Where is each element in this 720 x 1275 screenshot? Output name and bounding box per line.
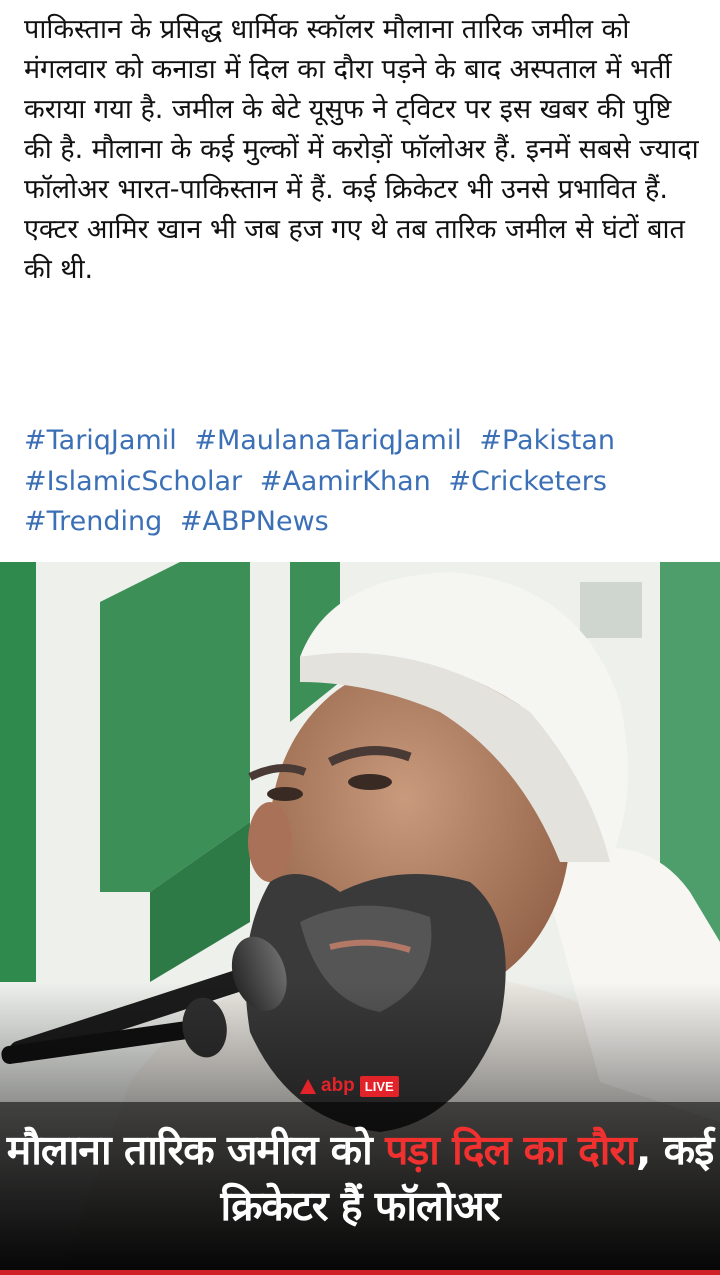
headline-part-red: पड़ा दिल का दौरा — [385, 1126, 637, 1174]
abp-live-logo: abp LIVE — [300, 1072, 399, 1100]
hashtag-link[interactable]: #MaulanaTariqJamil — [194, 425, 461, 456]
hashtag-link[interactable]: #Pakistan — [479, 425, 615, 456]
hashtag-link[interactable]: #IslamicScholar — [24, 466, 242, 497]
live-badge: LIVE — [359, 1075, 399, 1097]
bottom-red-rule — [0, 1270, 720, 1275]
hashtag-list: #TariqJamil #MaulanaTariqJamil #Pakistan… — [24, 421, 700, 543]
brand-name: abp — [321, 1075, 355, 1096]
hashtag-link[interactable]: #Cricketers — [448, 466, 607, 497]
hashtag-link[interactable]: #TariqJamil — [24, 425, 177, 456]
hashtag-link[interactable]: #ABPNews — [180, 506, 329, 537]
image-headline: मौलाना तारिक जमील को पड़ा दिल का दौरा, क… — [0, 1122, 720, 1234]
hashtag-link[interactable]: #AamirKhan — [260, 466, 431, 497]
post-body-text: पाकिस्तान के प्रसिद्ध धार्मिक स्कॉलर मौल… — [24, 14, 699, 285]
headline-part-white: मौलाना तारिक जमील को — [6, 1126, 386, 1174]
hashtag-link[interactable]: #Trending — [24, 506, 162, 537]
abp-logo-icon — [300, 1078, 316, 1094]
